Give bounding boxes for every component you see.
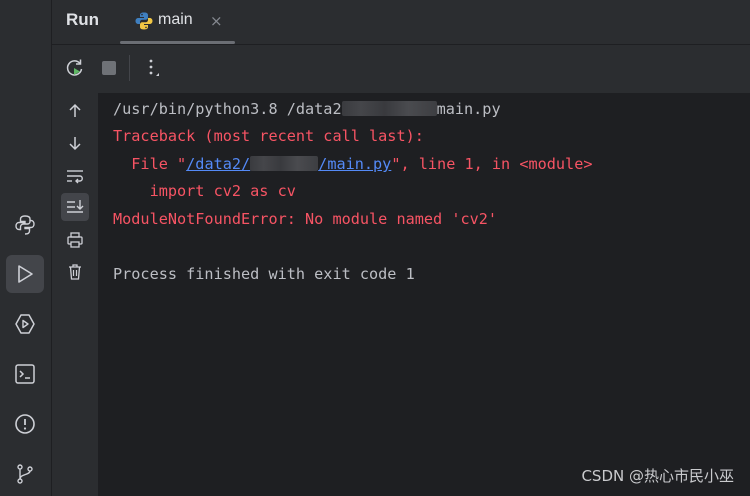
more-actions-button[interactable]	[138, 55, 164, 81]
stop-icon	[102, 61, 116, 75]
console-output[interactable]: /usr/bin/python3.8 /data2 main.py Traceba…	[98, 93, 750, 496]
run-icon	[18, 265, 33, 283]
process-finished-line: Process finished with exit code 1	[113, 265, 415, 283]
command-prefix: /usr/bin/python3.8 /data2	[113, 100, 342, 118]
active-tab-indicator	[120, 41, 235, 44]
file-line-trail: ", line 1, in <module>	[391, 155, 593, 173]
soft-wrap-icon	[67, 170, 83, 184]
git-button[interactable]	[6, 455, 44, 493]
terminal-icon	[15, 364, 35, 384]
git-icon	[17, 464, 33, 484]
tab-label: main	[158, 11, 193, 28]
problems-icon	[15, 414, 35, 434]
traceback-file-line: File "/data2/ /main.py", line 1, in <modu…	[113, 153, 593, 175]
scroll-to-end-icon	[67, 200, 84, 213]
print-button[interactable]	[61, 226, 89, 254]
file-line-lead: File "	[113, 155, 187, 173]
terminal-button[interactable]	[6, 355, 44, 393]
scroll-up-icon	[69, 103, 81, 117]
console-side-toolbar	[52, 93, 98, 496]
services-button[interactable]	[6, 305, 44, 343]
print-icon	[67, 232, 83, 248]
traceback-code-line: import cv2 as cv	[113, 182, 296, 200]
scroll-up-button[interactable]	[61, 97, 89, 125]
run-panel-header: Run main ×	[52, 0, 750, 45]
command-suffix: main.py	[436, 100, 501, 118]
run-tool-button[interactable]	[6, 255, 44, 293]
file-path-start: /data2/	[186, 155, 251, 173]
error-message: ModuleNotFoundError: No module named 'cv…	[113, 210, 498, 228]
python-console-button[interactable]	[6, 206, 44, 244]
python-file-icon	[135, 12, 153, 30]
rerun-button[interactable]	[62, 55, 88, 81]
services-icon	[15, 314, 35, 334]
tab-main[interactable]: main ×	[120, 0, 235, 44]
scroll-down-icon	[69, 137, 81, 151]
run-toolbar	[52, 45, 750, 93]
console-command-line: /usr/bin/python3.8 /data2 main.py	[113, 98, 501, 120]
stop-button[interactable]	[96, 55, 122, 81]
traceback-header: Traceback (most recent call last):	[113, 127, 424, 145]
scroll-to-end-button[interactable]	[61, 193, 89, 221]
redacted-path	[341, 101, 437, 116]
activity-bar	[0, 0, 52, 496]
soft-wrap-button[interactable]	[61, 162, 89, 190]
file-path-link[interactable]: /data2/ /main.py	[186, 155, 391, 173]
file-path-end: /main.py	[318, 155, 392, 173]
tab-close-icon[interactable]: ×	[210, 12, 223, 30]
clear-all-icon	[69, 264, 81, 280]
more-icon	[149, 59, 159, 76]
redacted-path	[250, 156, 319, 171]
clear-all-button[interactable]	[61, 258, 89, 286]
toolbar-separator	[129, 55, 130, 81]
watermark: CSDN @热心市民小巫	[581, 467, 734, 485]
rerun-icon	[66, 59, 83, 76]
python-console-icon	[15, 215, 35, 235]
problems-button[interactable]	[6, 405, 44, 443]
scroll-down-button[interactable]	[61, 129, 89, 157]
panel-title: Run	[66, 10, 100, 29]
